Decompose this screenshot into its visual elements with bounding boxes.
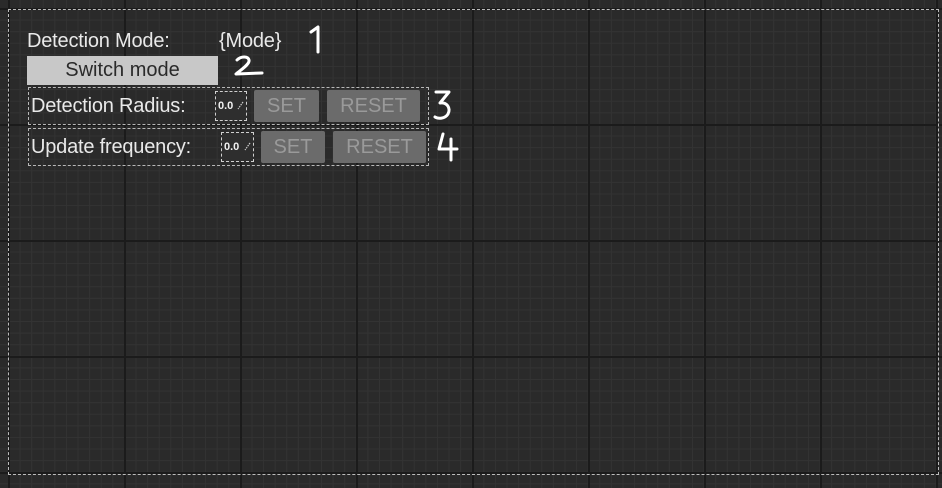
annotation-4: 4 (437, 132, 459, 162)
annotation-2: 2 (234, 55, 264, 76)
detection-radius-label: Detection Radius: (31, 95, 186, 117)
detection-radius-row: Detection Radius: 0.0 SET RESET (28, 87, 429, 125)
annotation-1: 1 (309, 25, 320, 54)
update-frequency-set-button[interactable]: SET (261, 131, 325, 163)
detection-radius-input[interactable]: 0.0 (215, 91, 247, 121)
update-frequency-value: 0.0 (224, 141, 240, 153)
update-frequency-row: Update frequency: 0.0 SET RESET (28, 128, 429, 166)
detection-mode-label: Detection Mode: (27, 30, 170, 52)
update-frequency-reset-button[interactable]: RESET (333, 131, 426, 163)
update-frequency-input[interactable]: 0.0 (221, 132, 254, 162)
drag-spin-icon[interactable] (244, 142, 251, 151)
drag-spin-icon[interactable] (237, 101, 244, 110)
switch-mode-button[interactable]: Switch mode (27, 56, 218, 85)
detection-radius-value: 0.0 (218, 100, 234, 112)
update-frequency-label: Update frequency: (31, 136, 192, 158)
detection-radius-set-button[interactable]: SET (254, 90, 319, 122)
detection-mode-value: {Mode} (219, 30, 282, 52)
detection-radius-reset-button[interactable]: RESET (327, 90, 420, 122)
annotation-3: 3 (433, 90, 451, 120)
